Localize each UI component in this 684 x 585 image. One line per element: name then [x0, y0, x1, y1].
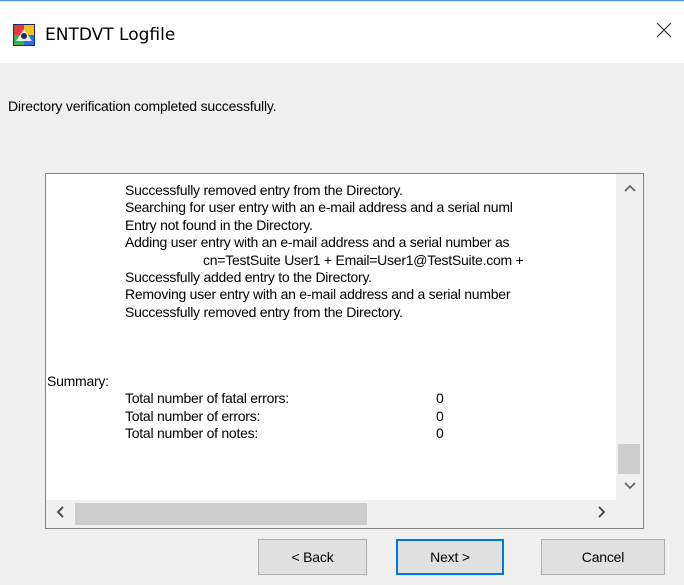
summary-label: Total number of errors: — [125, 407, 261, 424]
chevron-left-icon — [56, 505, 64, 523]
horizontal-scroll-thumb[interactable] — [75, 503, 367, 525]
summary-heading: Summary: — [47, 373, 109, 389]
dialog-window: ENTDVT Logfile Directory verification co… — [0, 0, 684, 585]
scroll-up-button[interactable] — [616, 174, 643, 202]
scroll-right-button[interactable] — [588, 500, 616, 528]
horizontal-scrollbar[interactable] — [46, 500, 616, 528]
scroll-down-button[interactable] — [616, 472, 643, 500]
log-line: Entry not found in the Directory. — [125, 216, 313, 233]
vertical-scrollbar[interactable] — [616, 174, 643, 500]
summary-value: 0 — [436, 425, 444, 442]
log-line: Successfully removed entry from the Dire… — [125, 182, 403, 198]
log-line: Searching for user entry with an e-mail … — [125, 199, 513, 216]
close-icon — [656, 22, 672, 43]
summary-label: Total number of notes: — [125, 425, 259, 442]
log-line: Removing user entry with an e-mail addre… — [125, 286, 511, 303]
log-line: Successfully added entry to the Director… — [125, 269, 372, 285]
scroll-left-button[interactable] — [46, 500, 74, 528]
scrollbar-corner — [616, 500, 643, 528]
close-button[interactable] — [644, 12, 684, 52]
log-line: Adding user entry with an e-mail address… — [125, 234, 510, 251]
next-button[interactable]: Next > — [396, 539, 504, 575]
chevron-right-icon — [598, 505, 606, 523]
window-title: ENTDVT Logfile — [45, 25, 176, 45]
app-icon — [13, 24, 35, 46]
chevron-up-icon — [623, 179, 636, 197]
chevron-down-icon — [623, 477, 636, 495]
log-line: cn=TestSuite User1 + Email=User1@TestSui… — [203, 251, 524, 268]
log-content: Successfully removed entry from the Dire… — [46, 174, 616, 500]
status-message: Directory verification completed success… — [8, 98, 277, 114]
cancel-button[interactable]: Cancel — [541, 539, 665, 575]
title-bar[interactable]: ENTDVT Logfile — [0, 2, 684, 63]
summary-label: Total number of fatal errors: — [125, 390, 289, 407]
summary-value: 0 — [436, 407, 444, 424]
log-line: Successfully removed entry from the Dire… — [125, 303, 403, 320]
logfile-textbox[interactable]: Successfully removed entry from the Dire… — [45, 173, 644, 529]
vertical-scroll-thumb[interactable] — [618, 444, 640, 474]
summary-value: 0 — [436, 390, 444, 407]
back-button[interactable]: < Back — [258, 539, 367, 575]
